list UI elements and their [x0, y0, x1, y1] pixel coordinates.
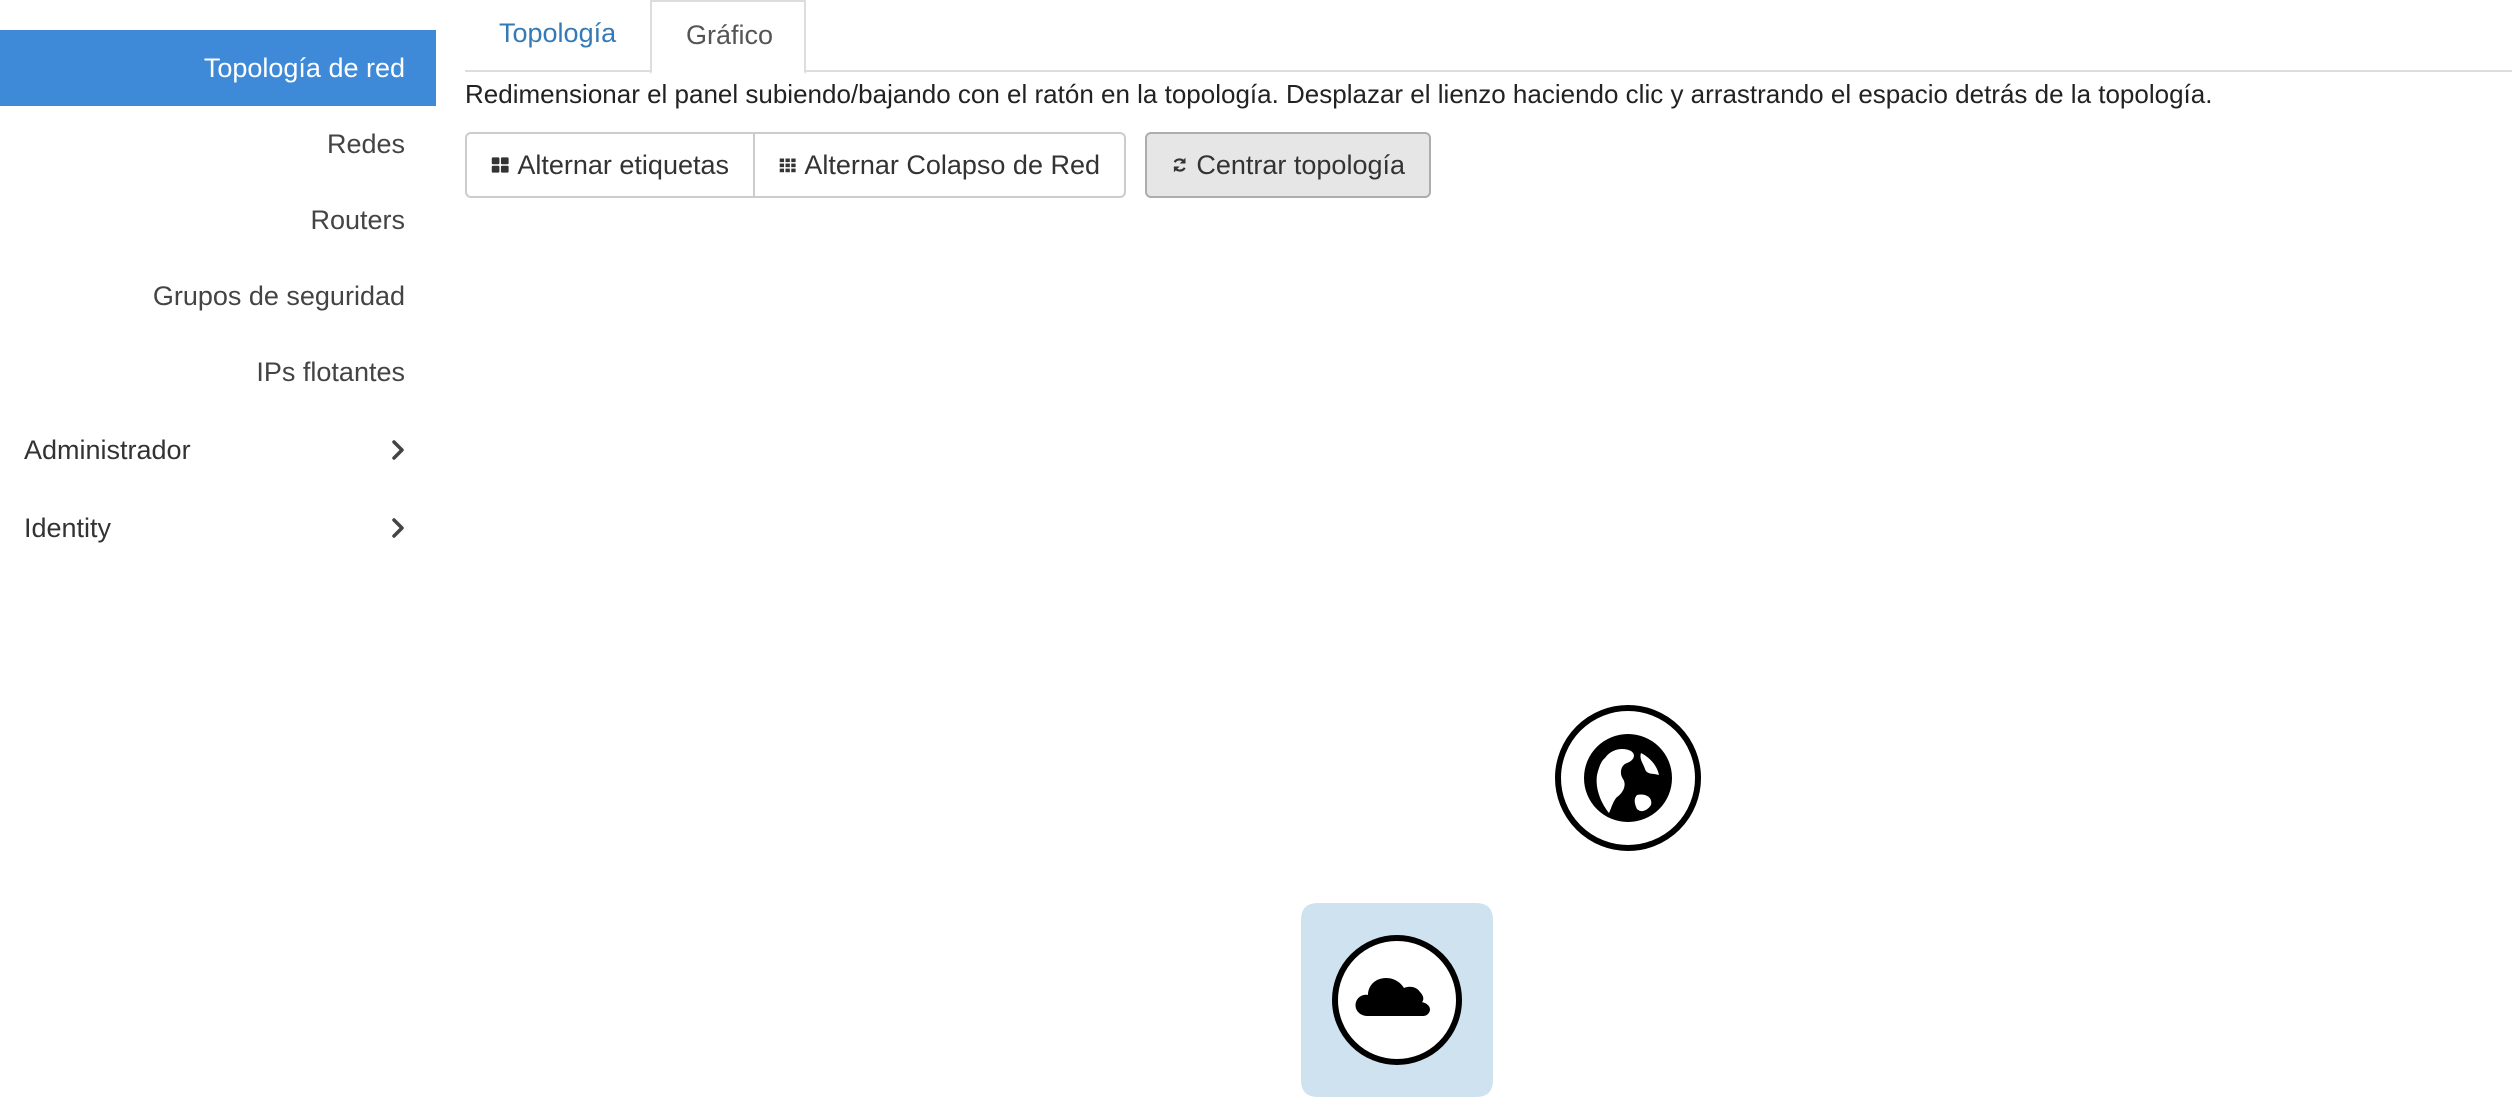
toggle-collapse-button[interactable]: Alternar Colapso de Red	[753, 132, 1126, 198]
sidebar: Topología de red Redes Routers Grupos de…	[0, 0, 436, 1112]
sidebar-section-admin[interactable]: Administrador	[0, 412, 436, 488]
toggle-labels-label: Alternar etiquetas	[517, 149, 729, 180]
refresh-icon	[1173, 157, 1186, 173]
network-node[interactable]	[1298, 900, 1496, 1100]
toggle-labels-button[interactable]: Alternar etiquetas	[465, 132, 755, 198]
th-large-icon	[491, 157, 509, 173]
sidebar-section-label: Identity	[24, 513, 112, 543]
sidebar-section-label: Administrador	[24, 435, 191, 465]
sidebar-item-topology[interactable]: Topología de red	[0, 30, 436, 106]
sidebar-item-security-groups[interactable]: Grupos de seguridad	[0, 258, 436, 334]
globe-icon	[1584, 734, 1672, 822]
toggle-collapse-label: Alternar Colapso de Red	[804, 149, 1100, 180]
chevron-right-icon	[392, 518, 404, 538]
help-text: Redimensionar el panel subiendo/bajando …	[465, 79, 2213, 109]
sidebar-item-networks[interactable]: Redes	[0, 106, 436, 182]
tab-topology[interactable]: Topología	[465, 0, 650, 72]
center-topology-label: Centrar topología	[1196, 149, 1405, 180]
sidebar-item-floating-ips[interactable]: IPs flotantes	[0, 334, 436, 410]
sidebar-section-identity[interactable]: Identity	[0, 490, 436, 566]
center-topology-button[interactable]: Centrar topología	[1145, 132, 1431, 198]
chevron-right-icon	[392, 440, 404, 460]
tab-graph[interactable]: Gráfico	[650, 0, 806, 74]
th-icon	[779, 158, 796, 173]
sidebar-item-routers[interactable]: Routers	[0, 182, 436, 258]
external-network-node[interactable]	[1553, 703, 1703, 853]
tab-bar: Topología Gráfico	[465, 0, 2512, 74]
